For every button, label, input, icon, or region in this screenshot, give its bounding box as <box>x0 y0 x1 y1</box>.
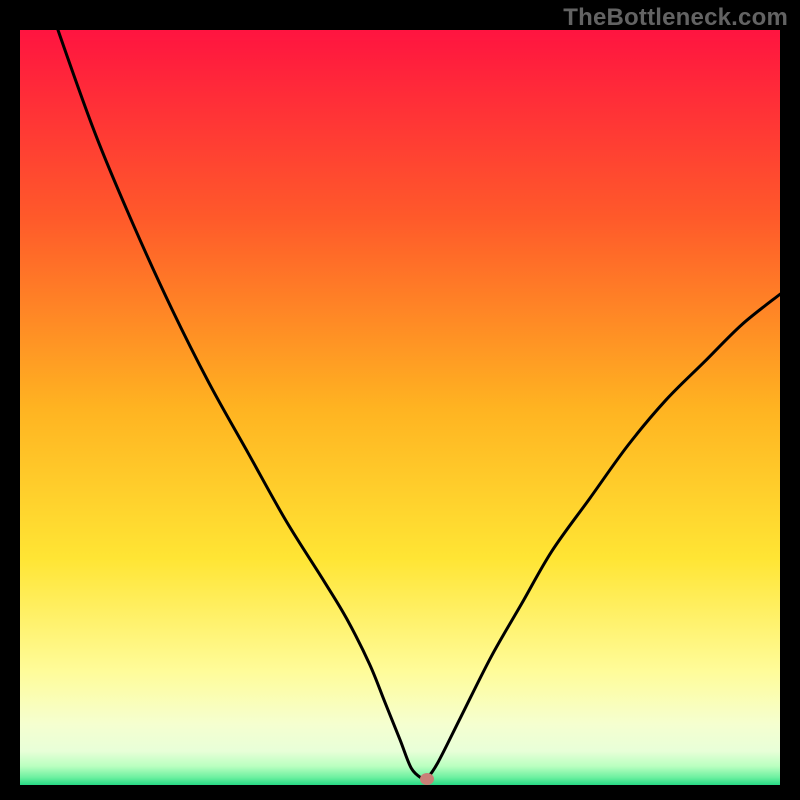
chart-frame: TheBottleneck.com <box>0 0 800 800</box>
gradient-background <box>20 30 780 785</box>
watermark-text: TheBottleneck.com <box>563 4 788 32</box>
plot-area <box>20 30 780 785</box>
optimum-marker <box>420 773 434 785</box>
plot-svg <box>20 30 780 785</box>
